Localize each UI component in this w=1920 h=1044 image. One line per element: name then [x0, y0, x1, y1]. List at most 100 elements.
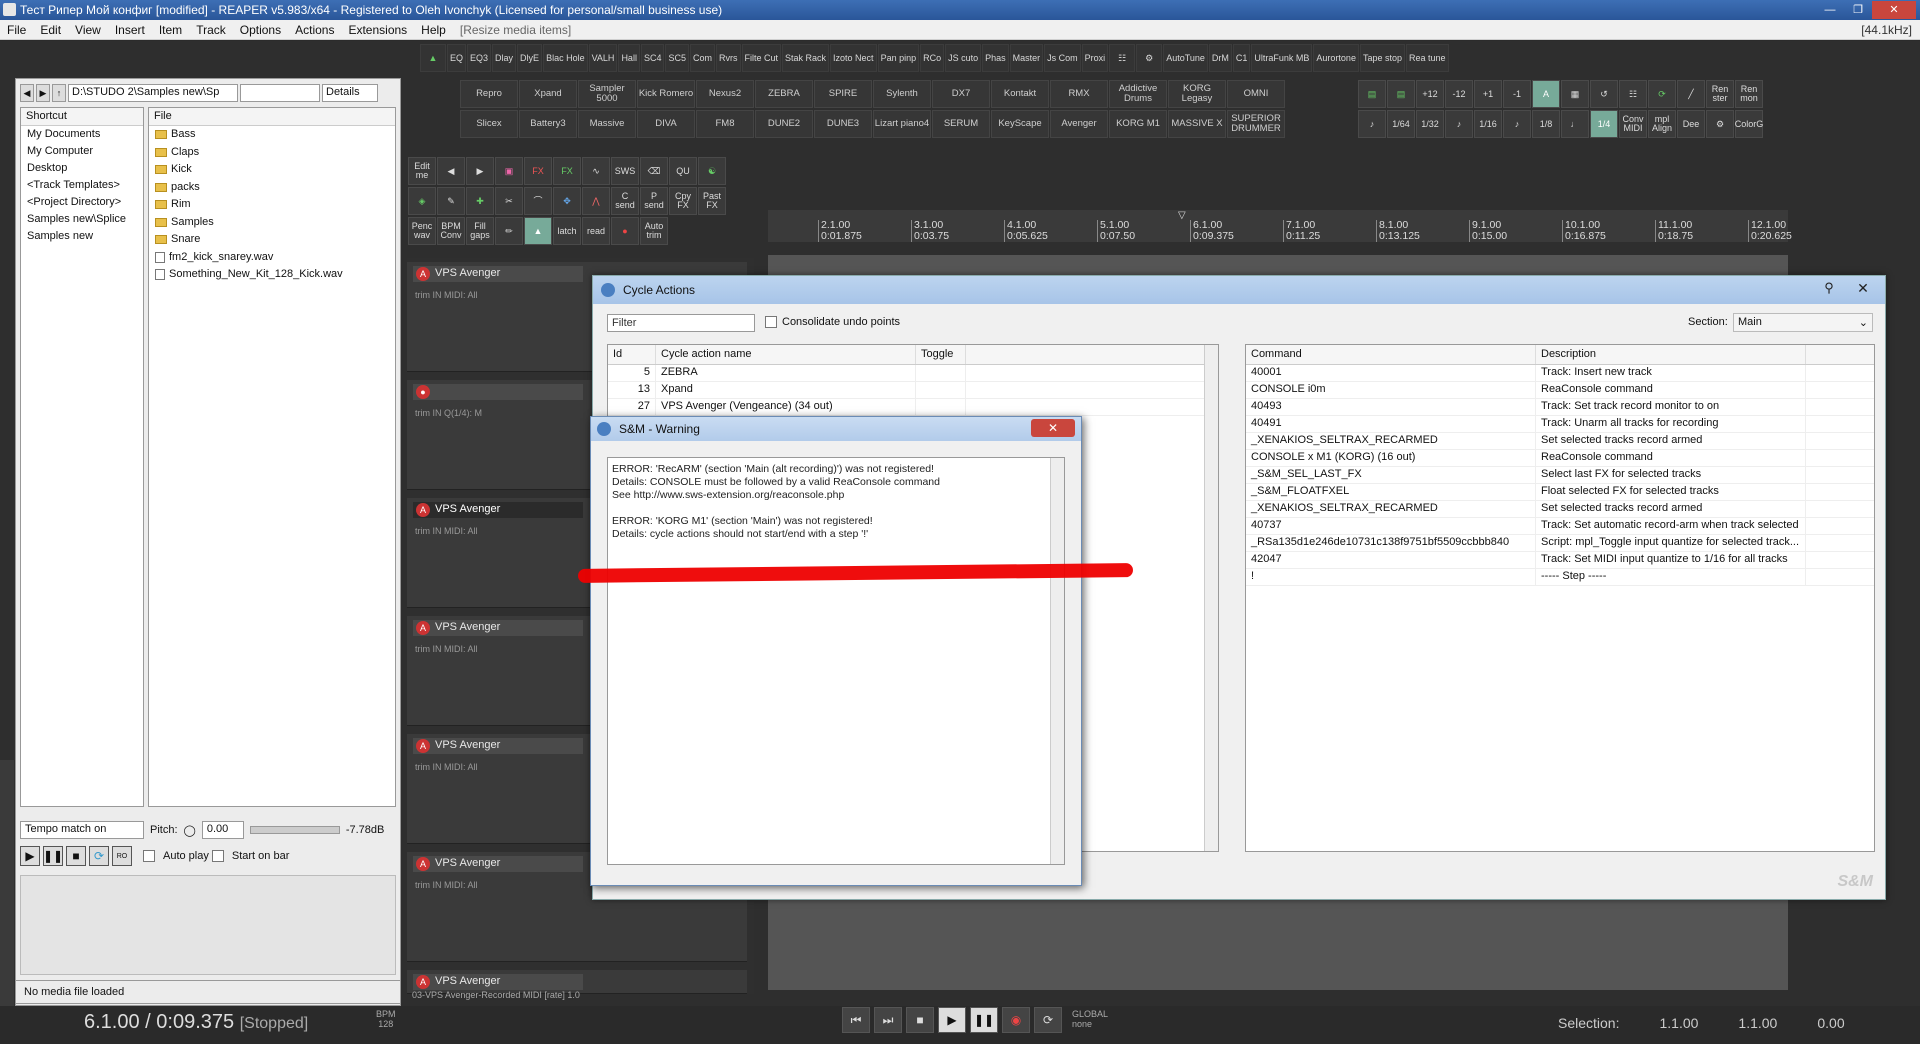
synth-button[interactable]: Massive [578, 110, 636, 138]
grid-button[interactable]: 1/32 [1416, 110, 1444, 138]
table-row[interactable]: _RSa135d1e246de10731c138f9751bf5509ccbbb… [1246, 535, 1874, 552]
track-name[interactable]: A VPS Avenger [413, 266, 583, 282]
record-icon[interactable]: ◉ [1002, 1007, 1030, 1033]
consolidate-checkbox[interactable] [765, 316, 777, 329]
track-name[interactable]: A VPS Avenger [413, 502, 583, 518]
pin-icon[interactable]: ⚲ [1819, 280, 1839, 300]
menu-extensions[interactable]: Extensions [341, 23, 414, 37]
list-item[interactable]: Rim [149, 196, 395, 214]
pitch-input[interactable]: 0.00 [201, 821, 244, 839]
pause-icon[interactable]: ❚❚ [43, 846, 63, 866]
synth-button[interactable]: DX7 [932, 80, 990, 108]
pencil-icon[interactable]: ✎ [437, 187, 465, 215]
synth-button[interactable]: Sampler 5000 [578, 80, 636, 108]
crossfade-icon[interactable]: ╱ [1677, 80, 1705, 108]
fx-bypass-button[interactable]: FX [524, 157, 552, 185]
auto-trim-button[interactable]: Auto trim [640, 217, 668, 245]
synth-button[interactable]: Battery3 [519, 110, 577, 138]
synth-button[interactable]: RMX [1050, 80, 1108, 108]
menu-actions[interactable]: Actions [288, 23, 341, 37]
message-scrollbar[interactable] [1050, 458, 1064, 864]
stop-icon[interactable]: ■ [906, 1007, 934, 1033]
skip-forward-icon[interactable]: ⏭ [874, 1007, 902, 1033]
envelope-icon[interactable]: ◈ [408, 187, 436, 215]
view-select[interactable]: Details [322, 84, 378, 102]
sws-button[interactable]: SWS [611, 157, 639, 185]
fx-button[interactable]: Aurortone [1313, 44, 1359, 72]
synth-button[interactable]: MASSIVE X [1168, 110, 1226, 138]
grid-button[interactable]: 1/8 [1532, 110, 1560, 138]
latch-button[interactable]: latch [553, 217, 581, 245]
pitch-button[interactable]: +1 [1474, 80, 1502, 108]
table-row[interactable]: 40491 Track: Unarm all tracks for recordi… [1246, 416, 1874, 433]
bpm-convert-button[interactable]: BPM Conv [437, 217, 465, 245]
fx-button[interactable]: Proxi [1081, 44, 1109, 72]
fx-button[interactable]: Stak Rack [782, 44, 830, 72]
render-stems-button[interactable]: Ren ster [1706, 80, 1734, 108]
fx-button[interactable]: Pan pinp [877, 44, 920, 72]
fx-button[interactable]: DrM [1208, 44, 1232, 72]
synth-button[interactable]: DUNE3 [814, 110, 872, 138]
table-row[interactable]: _XENAKIOS_SELTRAX_RECARMED Set selected t… [1246, 433, 1874, 450]
back-icon[interactable]: ◀ [20, 84, 34, 102]
c-send-button[interactable]: C send [611, 187, 639, 215]
move-icon[interactable]: ✥ [553, 187, 581, 215]
insert-track-icon[interactable]: ▤ [1358, 80, 1386, 108]
brush-icon[interactable]: ✏ [495, 217, 523, 245]
synth-button[interactable]: DUNE2 [755, 110, 813, 138]
record-arm-icon[interactable]: A [416, 975, 430, 989]
fx-button[interactable]: DlyE [517, 44, 543, 72]
p-send-button[interactable]: P send [640, 187, 668, 215]
synth-button[interactable]: Nexus2 [696, 80, 754, 108]
quantize-button[interactable]: QU [669, 157, 697, 185]
table-row[interactable]: 27 VPS Avenger (Vengeance) (34 out) [608, 399, 1218, 416]
synth-button[interactable]: Slicex [460, 110, 518, 138]
list-item[interactable]: Samples [149, 214, 395, 232]
fx-button[interactable]: Com [689, 44, 715, 72]
pitch-button[interactable]: -12 [1445, 80, 1473, 108]
menu-options[interactable]: Options [233, 23, 288, 37]
fx-button[interactable]: JS cuto [945, 44, 982, 72]
fx-button[interactable]: SC5 [665, 44, 689, 72]
list-scrollbar[interactable] [1204, 345, 1218, 851]
shortcut-item[interactable]: <Project Directory> [21, 194, 143, 211]
list-item[interactable]: fm2_kick_snarey.wav [149, 249, 395, 267]
loop-icon[interactable]: ⟳ [1648, 80, 1676, 108]
menu-item[interactable]: Item [152, 23, 189, 37]
read-button[interactable]: read [582, 217, 610, 245]
menu-track[interactable]: Track [189, 23, 233, 37]
curve-icon[interactable]: ⌒ [524, 187, 552, 215]
synth-button[interactable]: Kick Romero [637, 80, 695, 108]
synth-button[interactable]: FM8 [696, 110, 754, 138]
fx-button[interactable]: FX [553, 157, 581, 185]
table-row[interactable]: 40737 Track: Set automatic record-arm whe… [1246, 518, 1874, 535]
up-icon[interactable]: ↑ [52, 84, 66, 102]
arrow-right-icon[interactable]: ▶ [466, 157, 494, 185]
tempo-select[interactable]: Tempo match on [20, 821, 144, 839]
column-description[interactable]: Description [1536, 345, 1806, 364]
waveform-icon[interactable]: ∿ [582, 157, 610, 185]
grid-icon[interactable]: ▦ [1561, 80, 1589, 108]
stop-icon[interactable]: ■ [66, 846, 86, 866]
note-icon[interactable]: ♪ [1358, 110, 1386, 138]
record-arm-icon[interactable]: A [416, 739, 430, 753]
grid-button[interactable]: 1/16 [1474, 110, 1502, 138]
grid-lines-icon[interactable]: ☷ [1619, 80, 1647, 108]
note-icon[interactable]: ♩ [1561, 110, 1589, 138]
section-select[interactable]: Main ⌄ [1733, 313, 1873, 332]
track-name[interactable]: A VPS Avenger [413, 856, 583, 872]
synth-button[interactable]: SERUM [932, 110, 990, 138]
minimize-icon[interactable]: — [1816, 1, 1844, 19]
fx-button[interactable]: Js Com [1044, 44, 1081, 72]
fx-button[interactable]: Master [1009, 44, 1044, 72]
fx-button[interactable]: VALH [588, 44, 618, 72]
pitch-knob-icon[interactable]: ◯ [184, 824, 196, 837]
grid-button[interactable]: 1/4 [1590, 110, 1618, 138]
toolbar-logo-icon[interactable]: ▲ [420, 44, 446, 72]
record-arm-icon[interactable]: A [416, 621, 430, 635]
fx-button[interactable]: UltraFunk MB [1251, 44, 1313, 72]
paste-fx-button[interactable]: Past FX [698, 187, 726, 215]
dee-button[interactable]: Dee [1677, 110, 1705, 138]
color-button[interactable]: ColorG [1735, 110, 1763, 138]
latch-icon[interactable]: ▲ [524, 217, 552, 245]
